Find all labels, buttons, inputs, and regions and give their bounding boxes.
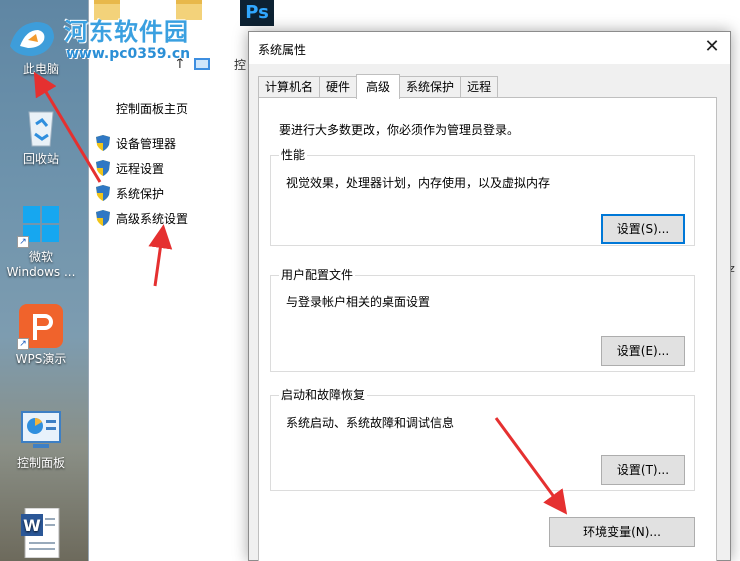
desktop-icon-recycle-bin[interactable]: 回收站 (6, 104, 76, 167)
startup-recovery-settings-button[interactable]: 设置(T)... (601, 455, 685, 485)
nav-item-advanced-system-settings[interactable]: 高级系统设置 (96, 209, 188, 227)
tab-remote[interactable]: 远程 (460, 76, 499, 98)
nav-item-remote-settings[interactable]: 远程设置 (96, 159, 164, 177)
desktop-icon-label: 微软 Windows ... (6, 250, 76, 279)
user-profiles-group: 用户配置文件 与登录帐户相关的桌面设置 设置(E)... (270, 268, 695, 372)
control-panel-icon (19, 408, 63, 452)
nav-item-label: 远程设置 (116, 161, 165, 176)
performance-settings-button[interactable]: 设置(S)... (601, 214, 685, 244)
desktop-icon-wps[interactable]: ↗ WPS演示 (6, 304, 76, 367)
tab-hardware[interactable]: 硬件 (319, 76, 358, 98)
watermark-url: www.pc0359.cn (66, 46, 191, 62)
startup-recovery-group: 启动和故障恢复 系统启动、系统故障和调试信息 设置(T)... (270, 388, 695, 491)
desktop-icon-label: 回收站 (22, 152, 59, 166)
svg-text:W: W (23, 516, 41, 535)
shortcut-arrow-icon: ↗ (17, 338, 29, 350)
tab-advanced[interactable]: 高级 (356, 74, 401, 99)
shield-icon (96, 210, 110, 226)
address-bar-text[interactable]: 控 (234, 56, 246, 73)
advanced-tab-panel: 要进行大多数更改，你必须作为管理员登录。 性能 视觉效果，处理器计划，内存使用，… (258, 97, 717, 561)
nav-item-label: 设备管理器 (116, 136, 177, 151)
shield-icon (96, 185, 110, 201)
windows-logo-icon: ↗ (17, 202, 63, 248)
desktop-icon-control-panel[interactable]: 控制面板 (6, 408, 76, 471)
nav-item-system-protection[interactable]: 系统保护 (96, 184, 164, 202)
desktop-background: 此电脑 回收站 ↗ 微软 Windows ... ↗ WPS演示 控制面板 W (0, 0, 88, 561)
wps-presentation-icon: ↗ (17, 304, 63, 350)
nav-item-device-manager[interactable]: 设备管理器 (96, 134, 176, 152)
nav-item-label: 系统保护 (116, 186, 165, 201)
environment-variables-button[interactable]: 环境变量(N)... (549, 517, 695, 547)
tab-strip: 计算机名 硬件 高级 系统保护 远程 (258, 74, 499, 99)
control-panel-home-link[interactable]: 控制面板主页 (116, 100, 188, 117)
photoshop-icon[interactable]: Ps (240, 0, 274, 26)
nav-item-label: 高级系统设置 (116, 211, 189, 226)
group-title: 用户配置文件 (279, 268, 356, 282)
group-description: 视觉效果，处理器计划，内存使用，以及虚拟内存 (286, 176, 551, 190)
group-title: 性能 (279, 148, 308, 162)
site-logo-icon (6, 16, 58, 62)
group-title: 启动和故障恢复 (279, 388, 368, 402)
tab-computer-name[interactable]: 计算机名 (258, 76, 321, 98)
desktop-icon-windows[interactable]: ↗ 微软 Windows ... (6, 202, 76, 280)
performance-group: 性能 视觉效果，处理器计划，内存使用，以及虚拟内存 设置(S)... (270, 148, 695, 246)
system-properties-dialog: 系统属性 ✕ 计算机名 硬件 高级 系统保护 远程 要进行大多数更改，你必须作为… (248, 31, 731, 561)
close-icon[interactable]: ✕ (700, 36, 724, 60)
shortcut-arrow-icon: ↗ (17, 236, 29, 248)
recycle-bin-icon (19, 104, 63, 148)
word-document-icon: W (19, 507, 63, 559)
watermark: 河东软件园 www.pc0359.cn (4, 10, 209, 70)
window-border (88, 0, 89, 561)
desktop-icon-label: 控制面板 (16, 456, 65, 470)
group-description: 与登录帐户相关的桌面设置 (286, 295, 431, 309)
user-profiles-settings-button[interactable]: 设置(E)... (601, 336, 685, 366)
shield-icon (96, 135, 110, 151)
admin-note: 要进行大多数更改，你必须作为管理员登录。 (279, 123, 520, 137)
dialog-title: 系统属性 (258, 43, 307, 57)
shield-icon (96, 160, 110, 176)
desktop-icon-label: WPS演示 (15, 352, 67, 366)
tab-system-protection[interactable]: 系统保护 (399, 76, 462, 98)
watermark-title: 河东软件园 (64, 17, 189, 46)
dialog-titlebar[interactable]: 系统属性 ✕ (249, 32, 730, 64)
desktop-icon-word-doc[interactable]: W (6, 507, 76, 559)
group-description: 系统启动、系统故障和调试信息 (286, 416, 455, 430)
